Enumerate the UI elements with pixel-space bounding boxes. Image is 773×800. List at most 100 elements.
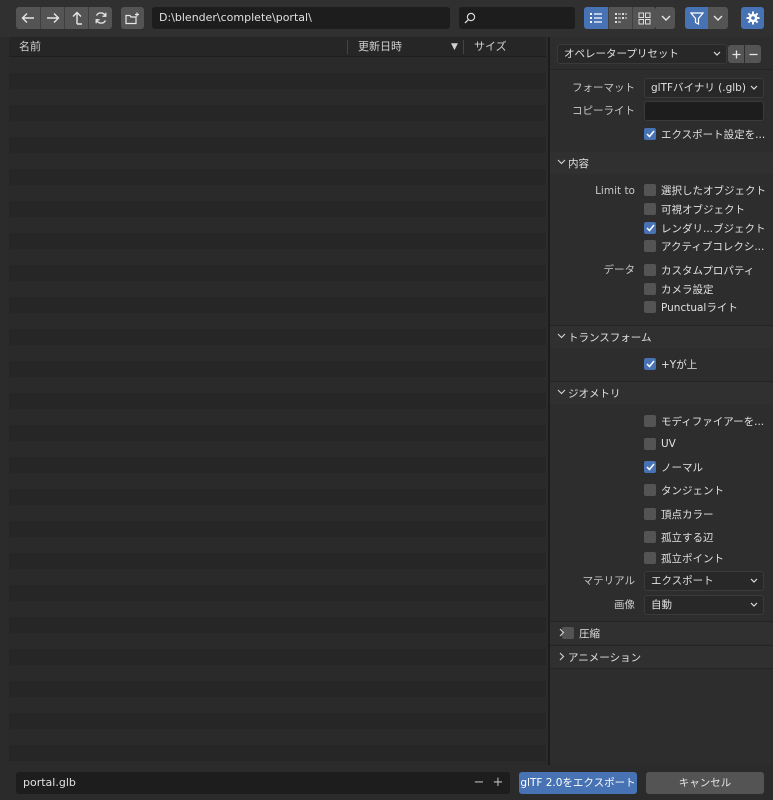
column-divider — [463, 40, 464, 54]
remove-preset-button[interactable] — [745, 45, 761, 63]
normals-checkbox[interactable]: ノーマル — [644, 460, 703, 474]
sort-descending-icon[interactable]: ▼ — [451, 37, 458, 57]
images-select[interactable]: 自動 — [644, 595, 764, 615]
checkbox-unchecked-icon — [644, 301, 656, 313]
checkbox-unchecked-icon — [644, 508, 656, 520]
chevron-right-icon — [559, 652, 565, 661]
refresh-button[interactable] — [88, 7, 112, 29]
back-button[interactable] — [16, 7, 40, 29]
minus-icon — [749, 53, 757, 55]
increment-filename-button[interactable]: + — [489, 772, 507, 794]
column-name-header[interactable]: 名前 — [19, 37, 41, 57]
chevron-down-icon — [557, 159, 566, 165]
horizontal-list-button[interactable] — [608, 7, 632, 29]
file-list-rows[interactable] — [9, 57, 546, 765]
checkbox-label: 孤立する辺 — [661, 531, 714, 544]
material-select[interactable]: エクスポート — [644, 571, 764, 591]
gear-icon — [746, 11, 759, 25]
remember-export-settings-checkbox[interactable]: エクスポート設定を... — [644, 127, 765, 141]
checkbox-label: カメラ設定 — [661, 283, 714, 296]
section-include-header[interactable]: 内容 — [550, 152, 773, 174]
custom-properties-checkbox[interactable]: カスタムプロパティ — [644, 263, 754, 277]
vertical-list-button[interactable] — [584, 7, 608, 29]
checkbox-unchecked-icon — [644, 531, 656, 543]
chevron-down-icon — [750, 602, 758, 607]
tangents-checkbox[interactable]: タンジェント — [644, 483, 724, 497]
chevron-down-icon — [750, 578, 758, 583]
thumbnails-button[interactable] — [632, 7, 656, 29]
loose-edges-checkbox[interactable]: 孤立する辺 — [644, 530, 714, 544]
new-folder-icon — [125, 12, 139, 24]
section-compression-header[interactable]: 圧縮 — [550, 622, 773, 644]
chevron-down-icon — [713, 51, 721, 56]
decrement-filename-button[interactable]: − — [470, 772, 488, 794]
copyright-input[interactable] — [644, 101, 764, 121]
section-transform-header[interactable]: トランスフォーム — [550, 326, 773, 348]
checkbox-checked-icon — [644, 461, 656, 473]
limit-renderable-objects-checkbox[interactable]: レンダリ...ブジェクト — [644, 221, 766, 235]
column-modified-header[interactable]: 更新日時 — [358, 37, 402, 57]
file-browser-toolbar: D:\blender\complete\portal\ — [0, 0, 773, 37]
limit-active-collection-checkbox[interactable]: アクティブコレクシ... — [644, 239, 764, 253]
filter-settings-dropdown[interactable] — [708, 7, 728, 29]
checkbox-unchecked-icon — [644, 438, 656, 450]
format-select[interactable]: glTFバイナリ (.glb) — [644, 78, 764, 98]
display-settings-dropdown[interactable] — [656, 7, 675, 29]
section-geometry-header[interactable]: ジオメトリ — [550, 382, 773, 404]
checkbox-label: カスタムプロパティ — [661, 264, 755, 277]
checkbox-unchecked-icon — [644, 240, 656, 252]
operator-preset-select[interactable]: オペレータープリセット — [557, 44, 727, 64]
checkbox-unchecked-icon — [644, 184, 656, 196]
data-label: データ — [603, 264, 636, 276]
checkbox-checked-icon — [644, 222, 656, 234]
filename-input[interactable]: portal.glb − + — [16, 772, 510, 794]
checkbox-label: 可視オブジェクト — [661, 203, 745, 216]
apply-modifiers-checkbox[interactable]: モディファイアーを... — [644, 414, 764, 428]
checkbox-checked-icon — [644, 358, 656, 370]
checkbox-unchecked-icon — [644, 264, 656, 276]
refresh-icon — [95, 12, 106, 24]
checkbox-unchecked-icon — [644, 484, 656, 496]
forward-button[interactable] — [40, 7, 64, 29]
loose-points-checkbox[interactable]: 孤立ポイント — [644, 551, 724, 565]
checkbox-label: 孤立ポイント — [661, 552, 724, 565]
operator-preset-value: オペレータープリセット — [564, 48, 679, 60]
separator — [550, 69, 773, 70]
uvs-checkbox[interactable]: UV — [644, 437, 676, 451]
checkbox-label: 頂点カラー — [661, 508, 714, 521]
images-label: 画像 — [614, 599, 635, 611]
punctual-lights-checkbox[interactable]: Punctualライト — [644, 300, 738, 314]
cameras-checkbox[interactable]: カメラ設定 — [644, 282, 714, 296]
limit-visible-objects-checkbox[interactable]: 可視オブジェクト — [644, 202, 745, 216]
limit-to-label: Limit to — [595, 185, 635, 197]
search-input[interactable] — [459, 7, 575, 29]
column-size-header[interactable]: サイズ — [474, 37, 507, 57]
checkbox-label: UV — [661, 438, 676, 450]
plus-icon — [732, 50, 740, 58]
section-include-title: 内容 — [568, 157, 589, 170]
new-folder-button[interactable] — [121, 7, 144, 29]
checkbox-label: 選択したオブジェクト — [661, 184, 766, 197]
limit-selected-objects-checkbox[interactable]: 選択したオブジェクト — [644, 183, 766, 197]
y-up-checkbox[interactable]: +Yが上 — [644, 357, 697, 371]
search-icon — [464, 12, 476, 24]
options-panel-toggle[interactable] — [741, 7, 764, 29]
file-list-panel[interactable]: 名前 更新日時 ▼ サイズ — [9, 37, 546, 765]
filter-toggle-button[interactable] — [685, 7, 708, 29]
vertex-colors-checkbox[interactable]: 頂点カラー — [644, 507, 714, 521]
section-geometry-title: ジオメトリ — [568, 387, 621, 400]
format-label: フォーマット — [572, 82, 635, 94]
chevron-down-icon — [713, 15, 723, 21]
column-divider — [347, 40, 348, 54]
arrow-up-icon — [72, 11, 82, 25]
section-compression-title: 圧縮 — [579, 627, 600, 640]
bottom-bar: portal.glb − + glTF 2.0をエクスポート キャンセル — [0, 765, 773, 800]
columns-view-icon — [614, 13, 627, 23]
export-gltf-button[interactable]: glTF 2.0をエクスポート — [519, 772, 637, 794]
section-animation-title: アニメーション — [568, 651, 642, 664]
directory-path-input[interactable]: D:\blender\complete\portal\ — [152, 7, 450, 29]
add-preset-button[interactable] — [728, 45, 744, 63]
cancel-button[interactable]: キャンセル — [646, 772, 764, 794]
section-animation-header[interactable]: アニメーション — [550, 646, 773, 668]
parent-directory-button[interactable] — [64, 7, 88, 29]
